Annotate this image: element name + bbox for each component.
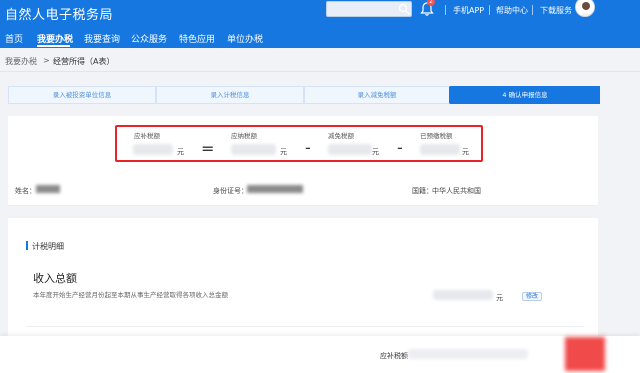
income-total-description: 本年度开始生产经营月份起至本期从事生产经营取得各项收入总金额 — [33, 291, 228, 299]
search-icon[interactable] — [398, 3, 410, 15]
breadcrumb-separator: > — [43, 56, 50, 65]
minus-sign: - — [305, 138, 311, 157]
tax-due-unit: 元 — [280, 148, 287, 156]
nav-public-service[interactable]: 公众服务 — [131, 32, 167, 45]
help-center-link[interactable]: 帮助中心 — [496, 5, 528, 16]
submit-button[interactable] — [565, 337, 605, 371]
tax-payable-label: 应补税额 — [134, 132, 160, 140]
footer-bar — [0, 336, 640, 373]
step-1[interactable]: 录入被投资单位信息 — [8, 86, 156, 104]
nav-unit-tax[interactable]: 单位办税 — [227, 32, 263, 45]
income-total-title: 收入总额 — [33, 272, 77, 285]
section-title: 计税明细 — [32, 242, 64, 251]
breadcrumb-root[interactable]: 我要办税 — [5, 56, 37, 67]
mobile-app-link[interactable]: 手机APP — [453, 5, 484, 16]
download-service-link[interactable]: 下载服务 — [540, 5, 572, 16]
taxpayer-info-card — [8, 176, 598, 206]
income-total-unit: 元 — [496, 294, 503, 302]
step-4: 4 确认申报信息 — [450, 86, 600, 104]
prepaid-tax-label: 已预缴税额 — [420, 132, 453, 140]
footer-tax-payable-value — [408, 349, 528, 359]
edit-button[interactable]: 修改 — [522, 292, 542, 301]
tax-details-card — [8, 218, 598, 336]
nav-home[interactable]: 首页 — [5, 32, 23, 45]
tax-relief-value — [328, 144, 372, 155]
header-divider — [489, 5, 490, 15]
nav-active-indicator — [37, 45, 70, 47]
minus-sign: - — [397, 138, 403, 157]
header-divider — [532, 5, 533, 15]
income-total-value — [433, 290, 493, 300]
section-marker — [26, 241, 28, 250]
tax-relief-unit: 元 — [372, 148, 379, 156]
nav-my-query[interactable]: 我要查询 — [84, 32, 120, 45]
id-number-label: 身份证号： — [213, 187, 248, 195]
step-3[interactable]: 录入减免税额 — [304, 86, 450, 104]
tax-payable-unit: 元 — [177, 148, 184, 156]
country-value: 中华人民共和国 — [432, 187, 481, 195]
tax-due-label: 应纳税额 — [231, 132, 257, 140]
name-label: 姓名： — [15, 187, 36, 195]
prepaid-tax-value — [420, 144, 460, 155]
tax-payable-value — [133, 144, 173, 155]
nav-special-apps[interactable]: 特色应用 — [179, 32, 215, 45]
nav-my-tax[interactable]: 我要办税 — [37, 32, 73, 45]
tax-due-value — [231, 144, 276, 155]
country-label: 国籍： — [412, 187, 433, 195]
id-number-value — [247, 185, 303, 193]
divider — [26, 326, 584, 327]
site-title: 自然人电子税务局 — [5, 8, 114, 23]
step-2[interactable]: 录入计税信息 — [156, 86, 304, 104]
footer-tax-payable-label: 应补税额 — [380, 352, 408, 360]
equals-sign: = — [201, 139, 215, 158]
name-value — [36, 185, 60, 193]
header-divider — [445, 5, 446, 15]
tax-relief-label: 减免税额 — [328, 132, 354, 140]
step-progress: 录入被投资单位信息 录入计税信息 录入减免税额 4 确认申报信息 — [8, 86, 600, 104]
divider — [8, 205, 598, 206]
breadcrumb-current: 经营所得（A表） — [53, 57, 115, 66]
prepaid-tax-unit: 元 — [462, 148, 469, 156]
